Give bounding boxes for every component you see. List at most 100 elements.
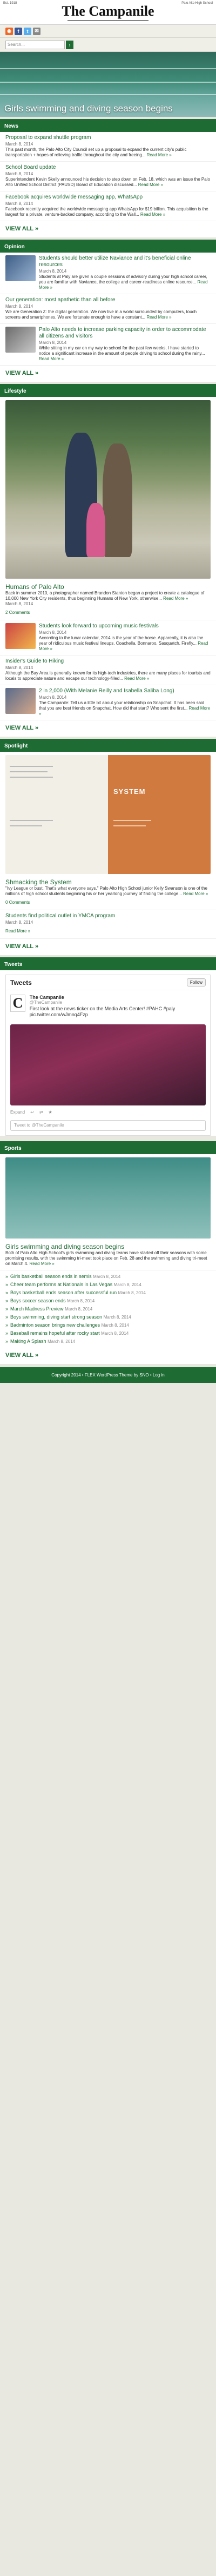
story-title[interactable]: School Board update — [5, 164, 211, 171]
story-title[interactable]: Humans of Palo Alto — [5, 584, 211, 590]
comments-link[interactable]: 2 Comments — [5, 610, 30, 615]
text-line — [10, 820, 53, 821]
story: Shmacking the System "Ivy League or bust… — [0, 876, 216, 910]
masthead-school: Palo Alto High School — [181, 2, 213, 5]
list-date: March 8, 2014 — [118, 1290, 146, 1295]
list-link[interactable]: Baseball remains hopeful after rocky sta… — [10, 1330, 100, 1336]
avatar[interactable]: C — [10, 995, 25, 1012]
tweet-photo[interactable] — [10, 1024, 206, 1105]
list-link[interactable]: Boys soccer season ends — [10, 1298, 66, 1303]
comments-link[interactable]: 0 Comments — [5, 900, 30, 905]
story-body: "Ivy League or bust. That's what everyon… — [5, 886, 207, 896]
search-button[interactable]: › — [66, 40, 73, 49]
expand-link[interactable]: Expand — [10, 1110, 25, 1115]
read-more-link[interactable]: Read More » — [124, 676, 149, 681]
text-line — [10, 766, 53, 767]
read-more-link[interactable]: Read More » — [147, 153, 172, 157]
story-title[interactable]: Girls swimming and diving season begins — [5, 1243, 211, 1250]
story-title[interactable]: 2 in 2,000 (With Melanie Reilly and Isab… — [39, 688, 211, 694]
arrow-icon: » — [5, 1290, 9, 1295]
follow-button[interactable]: Follow — [186, 978, 206, 986]
email-icon[interactable]: ✉ — [33, 27, 40, 35]
list-date: March 8, 2014 — [67, 1299, 95, 1303]
view-all-link[interactable]: VIEW ALL » — [0, 221, 216, 237]
read-more-link[interactable]: Read More » — [146, 315, 171, 320]
story: Facebook acquires worldwide messaging ap… — [0, 191, 216, 221]
read-more-link[interactable]: Read More » — [183, 891, 208, 896]
view-all-link[interactable]: VIEW ALL » — [0, 366, 216, 382]
hero-slider[interactable]: Girls swimming and diving season begins — [0, 52, 216, 117]
lifestyle-section: Lifestyle Humans of Palo Alto Back in su… — [0, 384, 216, 737]
sports-section: Sports Girls swimming and diving season … — [0, 1141, 216, 1364]
story: Students should better utilize Naviance … — [0, 253, 216, 294]
story-title[interactable]: Proposal to expand shuttle program — [5, 135, 211, 141]
pool-lane — [0, 68, 216, 69]
twitter-icon[interactable]: t — [24, 27, 31, 35]
retweet-icon[interactable]: ⇄ — [39, 1110, 43, 1115]
story-title[interactable]: Palo Alto needs to increase parking capa… — [39, 327, 211, 340]
view-all-link[interactable]: VIEW ALL » — [0, 1348, 216, 1364]
list-item: » Making A Splash March 8, 2014 — [0, 1337, 216, 1346]
tweet-user[interactable]: The Campanile — [30, 995, 206, 1000]
spotlight-photo[interactable]: SYSTEM — [5, 755, 211, 874]
read-more-link[interactable]: Read More » — [29, 1261, 54, 1266]
twitter-header: Tweets Follow — [6, 975, 210, 990]
reply-icon[interactable]: ↩ — [30, 1110, 34, 1115]
masthead: Est. 1918 Palo Alto High School The Camp… — [0, 0, 216, 25]
list-link[interactable]: Badminton season brings new challenges — [10, 1322, 100, 1328]
list-link[interactable]: Making A Splash — [10, 1339, 46, 1344]
list-date: March 8, 2014 — [101, 1331, 129, 1336]
story-title[interactable]: Our generation: most apathetic than all … — [5, 297, 211, 303]
read-more-link[interactable]: Read More » — [140, 212, 165, 217]
story-date: March 8, 2014 — [5, 304, 33, 309]
view-all-link[interactable]: VIEW ALL » — [0, 939, 216, 955]
story-title[interactable]: Students should better utilize Naviance … — [39, 255, 211, 268]
story-excerpt: The Campanile: Tell us a little bit abou… — [39, 700, 211, 717]
story-body: Facebook recently acquired the worldwide… — [5, 207, 208, 217]
story-title[interactable]: Facebook acquires worldwide messaging ap… — [5, 194, 211, 201]
sports-photo[interactable] — [5, 1157, 211, 1239]
search-input[interactable] — [5, 40, 65, 49]
hero-caption[interactable]: Girls swimming and diving season begins — [4, 103, 212, 114]
list-link[interactable]: Boys basketball ends season after succes… — [10, 1290, 117, 1295]
read-more-link[interactable]: Read More » — [163, 596, 188, 601]
pool-lane — [0, 94, 216, 95]
list-item: » Girls basketball season ends in semis M… — [0, 1273, 216, 1281]
story-thumbnail[interactable] — [5, 255, 36, 281]
story-thumbnail[interactable] — [5, 623, 36, 649]
list-date: March 8, 2014 — [65, 1307, 93, 1312]
list-date: March 8, 2014 — [101, 1323, 129, 1328]
facebook-icon[interactable]: f — [15, 27, 22, 35]
rss-icon[interactable]: ◉ — [5, 27, 13, 35]
list-link[interactable]: March Madness Preview — [10, 1306, 64, 1312]
tweet-handle[interactable]: @TheCampanile — [30, 1000, 206, 1005]
sports-headline-list: » Girls basketball season ends in semis M… — [0, 1270, 216, 1348]
arrow-icon: » — [5, 1322, 9, 1328]
story-title[interactable]: Shmacking the System — [5, 879, 211, 885]
tweet-compose-input[interactable]: Tweet to @TheCampanile — [10, 1120, 206, 1131]
story-thumbnail[interactable] — [5, 688, 36, 714]
story-title[interactable]: Insider's Guide to Hiking — [5, 658, 211, 665]
story-date: March 8, 2014 — [5, 201, 33, 206]
person-figure — [103, 443, 132, 557]
favorite-icon[interactable]: ★ — [49, 1110, 52, 1115]
twitter-widget: Tweets Follow C The Campanile @TheCampan… — [5, 975, 211, 1136]
list-link[interactable]: Girls basketball season ends in semis — [10, 1274, 92, 1279]
story-thumbnail[interactable] — [5, 327, 36, 353]
read-more-link[interactable]: Read More » — [138, 182, 163, 187]
footer[interactable]: Copyright 2014 • FLEX WordPress Theme by… — [0, 1367, 216, 1383]
site-logo[interactable]: The Campanile — [62, 4, 154, 19]
section-title: Lifestyle — [0, 386, 216, 397]
tweet: C The Campanile @TheCampanile First look… — [6, 990, 210, 1022]
story: Students find political outlet in YMCA p… — [0, 910, 216, 939]
read-more-link[interactable]: Read More » — [5, 929, 30, 933]
story-title[interactable]: Students find political outlet in YMCA p… — [5, 913, 211, 919]
list-link[interactable]: Boys swimming, diving start strong seaso… — [10, 1314, 102, 1320]
list-link[interactable]: Cheer team performs at Nationals in Las … — [10, 1282, 112, 1287]
feature-photo[interactable] — [5, 400, 211, 579]
story-title[interactable]: Students look forward to upcoming music … — [39, 623, 211, 630]
read-more-link[interactable]: Read More » — [39, 356, 64, 361]
list-item: » Cheer team performs at Nationals in Las… — [0, 1281, 216, 1289]
spread-right-page: SYSTEM — [108, 755, 211, 874]
view-all-link[interactable]: VIEW ALL » — [0, 720, 216, 737]
